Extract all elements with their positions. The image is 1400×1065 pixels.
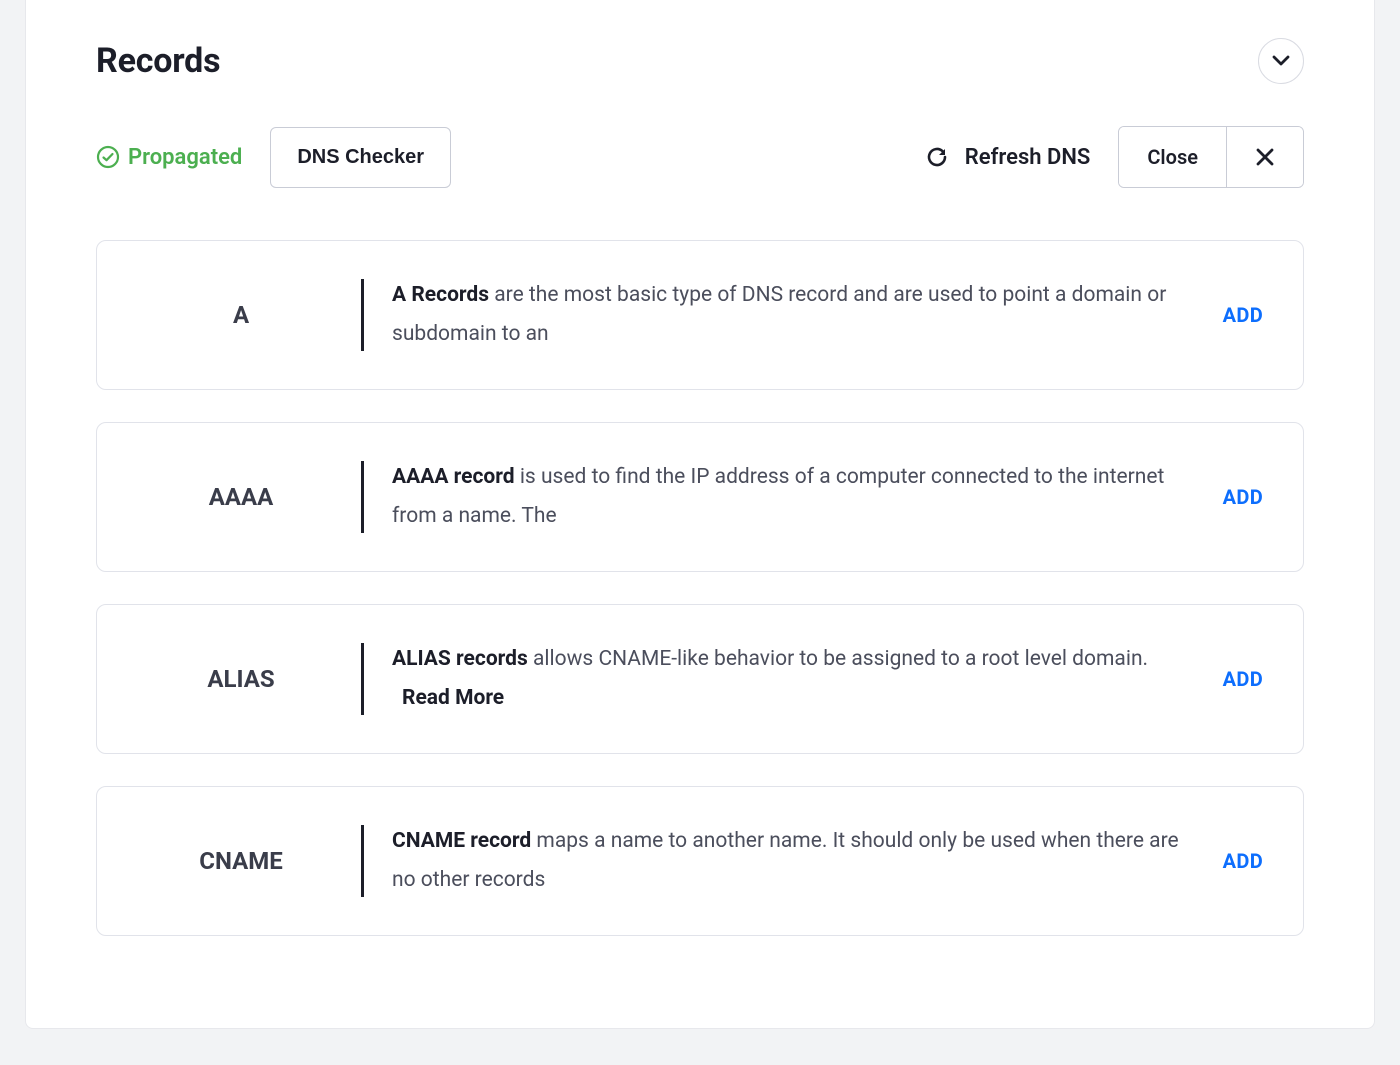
record-card-a: A A Records are the most basic type of D… [96, 240, 1304, 390]
record-desc-bold: A Records [392, 283, 489, 307]
read-more-link[interactable]: Read More [402, 686, 504, 710]
toolbar: Propagated DNS Checker Refresh DNS Close [96, 126, 1304, 188]
check-circle-icon [96, 145, 120, 169]
divider [361, 461, 364, 533]
records-panel: Records Propagated DNS Checker Refresh D… [25, 0, 1375, 1029]
propagation-status: Propagated [96, 145, 242, 170]
header-row: Records [96, 38, 1304, 84]
record-desc-text: are the most basic type of DNS record an… [392, 283, 1166, 346]
divider [361, 279, 364, 351]
close-button[interactable]: Close [1119, 127, 1226, 187]
chevron-down-icon [1272, 55, 1290, 67]
record-desc-bold: ALIAS records [392, 647, 528, 671]
refresh-label: Refresh DNS [965, 145, 1091, 170]
record-desc-text: allows CNAME-like behavior to be assigne… [528, 647, 1148, 671]
close-x-button[interactable] [1226, 127, 1303, 187]
record-description: AAAA record is used to find the IP addre… [392, 458, 1203, 536]
record-card-cname: CNAME CNAME record maps a name to anothe… [96, 786, 1304, 936]
record-type-label: ALIAS [131, 665, 351, 693]
add-record-button[interactable]: ADD [1203, 849, 1269, 873]
close-button-group: Close [1118, 126, 1304, 188]
dns-checker-button[interactable]: DNS Checker [270, 127, 451, 188]
page-title: Records [96, 41, 220, 81]
status-label: Propagated [128, 145, 242, 170]
add-record-button[interactable]: ADD [1203, 485, 1269, 509]
record-type-label: AAAA [131, 483, 351, 511]
record-description: ALIAS records allows CNAME-like behavior… [392, 640, 1203, 718]
collapse-toggle[interactable] [1258, 38, 1304, 84]
record-type-label: A [131, 301, 351, 329]
record-card-alias: ALIAS ALIAS records allows CNAME-like be… [96, 604, 1304, 754]
divider [361, 825, 364, 897]
refresh-icon [925, 145, 949, 169]
refresh-dns-button[interactable]: Refresh DNS [925, 145, 1091, 170]
record-type-label: CNAME [131, 847, 351, 875]
record-desc-bold: CNAME record [392, 829, 531, 853]
add-record-button[interactable]: ADD [1203, 667, 1269, 691]
record-description: CNAME record maps a name to another name… [392, 822, 1203, 900]
record-card-aaaa: AAAA AAAA record is used to find the IP … [96, 422, 1304, 572]
record-description: A Records are the most basic type of DNS… [392, 276, 1203, 354]
add-record-button[interactable]: ADD [1203, 303, 1269, 327]
close-icon [1255, 147, 1275, 167]
record-desc-bold: AAAA record [392, 465, 515, 489]
divider [361, 643, 364, 715]
